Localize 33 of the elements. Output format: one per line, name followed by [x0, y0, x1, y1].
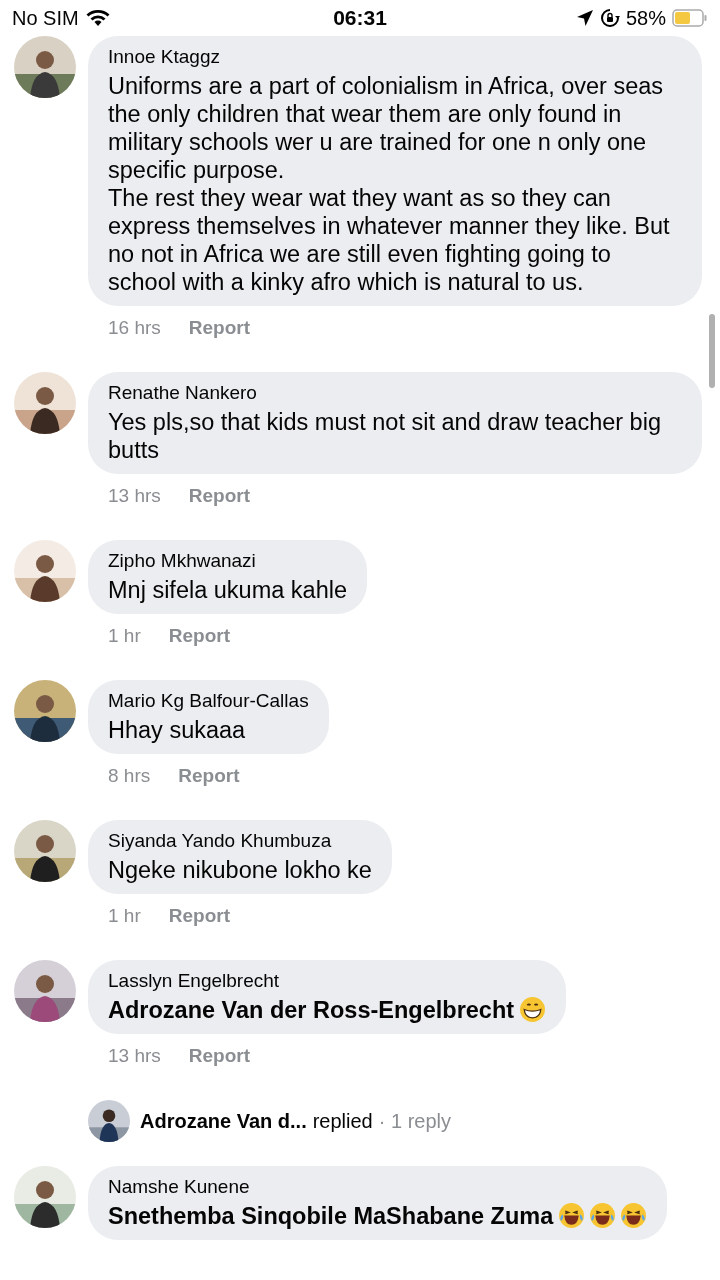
comment-time: 16 hrs	[108, 317, 161, 339]
commenter-name[interactable]: Namshe Kunene	[108, 1176, 648, 1198]
laughing-tears-icon	[558, 1202, 586, 1229]
commenter-name[interactable]: Innoe Ktaggz	[108, 46, 682, 68]
grinning-face-icon	[519, 996, 547, 1023]
wifi-icon	[84, 8, 111, 28]
commenter-name[interactable]: Siyanda Yando Khumbuza	[108, 830, 372, 852]
comment-text: Uniforms are a part of colonialism in Africa, over seas the only children that wear them are only found in military schools wer u are trained for one n only one specific purpose. The rest they wear wat they want as so they can express themselves in whatever manner they like. But no not in Africa we are still even fighting going to school with a kinky afro which is natural to us.	[108, 73, 670, 295]
carrier-label: No SIM	[12, 6, 79, 30]
comment-text: Ngeke nikubone lokho ke	[108, 857, 372, 883]
comment-time: 8 hrs	[108, 765, 151, 787]
comment-time: 13 hrs	[108, 1045, 161, 1067]
replier-name[interactable]: Adrozane Van d...	[140, 1109, 307, 1133]
replied-label: replied	[312, 1109, 373, 1133]
laughing-tears-icon	[620, 1202, 648, 1229]
commenter-name[interactable]: Renathe Nankero	[108, 382, 682, 404]
comment-text: Mnj sifela ukuma kahle	[108, 577, 348, 603]
comment-time: 1 hr	[108, 905, 141, 927]
commenter-name[interactable]: Lasslyn Engelbrecht	[108, 970, 547, 992]
commenter-name[interactable]: Mario Kg Balfour-Callas	[108, 690, 309, 712]
comment-time: 13 hrs	[108, 485, 161, 507]
comment-text: Yes pls,so that kids must not sit and draw teacher big butts	[108, 409, 661, 463]
laughing-tears-icon	[589, 1202, 617, 1229]
rotation-lock-icon	[599, 8, 620, 28]
commenter-name[interactable]: Zipho Mkhwanazi	[108, 550, 348, 572]
mention-link[interactable]: Snethemba Sinqobile MaShabane Zuma	[108, 1203, 554, 1229]
battery-icon	[672, 9, 708, 27]
mention-link[interactable]: Adrozane Van der Ross-Engelbrecht	[108, 997, 515, 1023]
comment-time: 1 hr	[108, 625, 141, 647]
battery-percent: 58%	[625, 6, 666, 30]
location-arrow-icon	[575, 9, 594, 27]
comment-text: Hhay sukaaa	[108, 717, 246, 743]
clock-time: 06:31	[333, 6, 387, 30]
